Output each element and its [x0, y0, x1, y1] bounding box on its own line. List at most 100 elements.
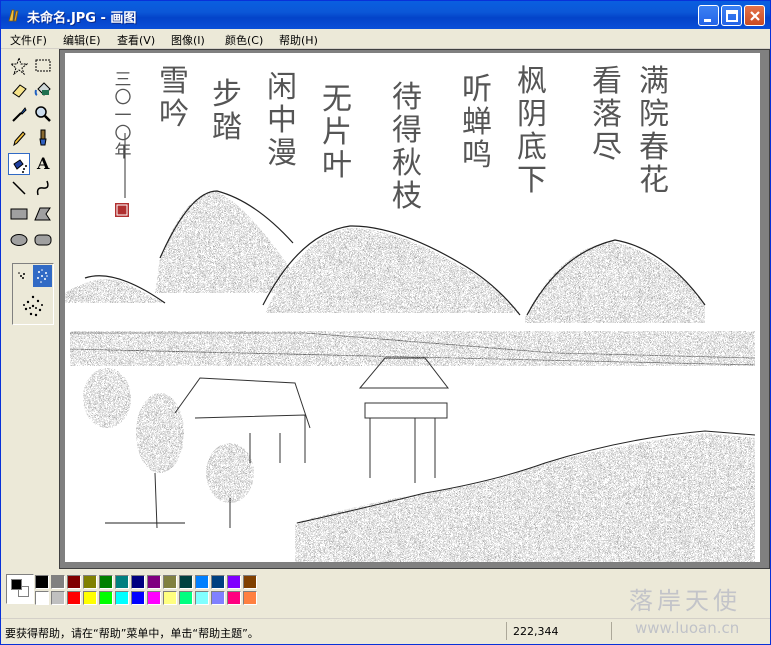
- poem-col-3: 枫阴底下: [517, 64, 547, 198]
- drawing-canvas[interactable]: 满院春花 看落尽 枫阴底下 听蝉鸣 待得秋枝 无片叶 闲中漫 步踏 雪吟 三〇一…: [65, 53, 760, 562]
- tool-line[interactable]: [8, 177, 30, 199]
- brush-icon: [39, 129, 47, 146]
- color-swatch[interactable]: [243, 591, 257, 605]
- spray-size-icons: [18, 265, 52, 317]
- rounded-rect-icon: [34, 234, 52, 246]
- ellipse-icon: [10, 234, 28, 246]
- minimize-button[interactable]: [698, 5, 719, 26]
- tool-rect-select[interactable]: [32, 55, 54, 77]
- poem-col-4: 听蝉鸣: [462, 72, 492, 173]
- menu-view[interactable]: 查看(V): [117, 32, 155, 48]
- color-swatch[interactable]: [163, 591, 177, 605]
- color-swatch[interactable]: [51, 575, 65, 589]
- color-swatch[interactable]: [195, 591, 209, 605]
- minimize-icon: [704, 19, 711, 22]
- tool-polygon[interactable]: [32, 203, 54, 225]
- tool-magnifier[interactable]: [32, 103, 54, 125]
- window-title: 未命名.JPG - 画图: [27, 11, 137, 26]
- magnifier-icon: [35, 106, 51, 122]
- menu-image[interactable]: 图像(I): [171, 32, 205, 48]
- foreground-color[interactable]: [11, 579, 22, 590]
- tool-airbrush[interactable]: [8, 153, 30, 175]
- mountains: [65, 190, 706, 323]
- color-swatch[interactable]: [195, 575, 209, 589]
- trees: [83, 368, 254, 529]
- color-swatch[interactable]: [115, 591, 129, 605]
- close-button[interactable]: [744, 5, 765, 26]
- status-divider: [611, 622, 612, 640]
- color-swatch[interactable]: [83, 591, 97, 605]
- current-colors[interactable]: [6, 574, 34, 604]
- poem-col-6: 无片叶: [322, 82, 352, 183]
- tool-curve[interactable]: [32, 177, 54, 199]
- menu-help[interactable]: 帮助(H): [279, 32, 318, 48]
- paint-window: 未命名.JPG - 画图 文件(F) 编辑(E) 查看(V) 图像(I) 颜色(…: [0, 0, 771, 645]
- tool-text[interactable]: A: [32, 153, 54, 175]
- spray-small-option[interactable]: [18, 272, 25, 279]
- tool-pick-color[interactable]: [8, 103, 30, 125]
- eyedropper-icon: [12, 107, 27, 122]
- polygon-icon: [34, 207, 51, 221]
- color-swatch[interactable]: [179, 575, 193, 589]
- tool-rounded-rect[interactable]: [32, 229, 54, 251]
- color-swatch[interactable]: [131, 591, 145, 605]
- status-help-text: 要获得帮助，请在“帮助”菜单中，单击“帮助主题”。: [5, 627, 259, 640]
- rectangle-icon: [10, 208, 28, 220]
- toolbox: A: [3, 51, 57, 566]
- maximize-button[interactable]: [721, 5, 742, 26]
- poem-col-7: 闲中漫: [267, 70, 297, 171]
- color-swatch[interactable]: [163, 575, 177, 589]
- foreground-hills: [105, 430, 756, 562]
- menu-bar: 文件(F) 编辑(E) 查看(V) 图像(I) 颜色(C) 帮助(H): [1, 29, 770, 49]
- color-swatch[interactable]: [211, 591, 225, 605]
- poem-col-2: 看落尽: [592, 64, 622, 165]
- rect-select-icon: [35, 59, 51, 72]
- color-swatch[interactable]: [99, 575, 113, 589]
- poem-col-5: 待得秋枝: [392, 80, 422, 214]
- tool-ellipse[interactable]: [8, 229, 30, 251]
- color-swatch[interactable]: [67, 575, 81, 589]
- tool-pencil[interactable]: [8, 127, 30, 149]
- tool-brush[interactable]: [32, 127, 54, 149]
- watermark-text: 落岸天使: [629, 587, 741, 615]
- color-swatch[interactable]: [51, 591, 65, 605]
- maximize-icon: [726, 10, 738, 22]
- menu-colors[interactable]: 颜色(C): [225, 32, 263, 48]
- color-swatch[interactable]: [35, 591, 49, 605]
- color-swatch[interactable]: [35, 575, 49, 589]
- spray-large-option[interactable]: [23, 295, 43, 317]
- color-swatch[interactable]: [227, 575, 241, 589]
- color-swatch[interactable]: [67, 591, 81, 605]
- poem-col-1: 满院春花: [639, 64, 669, 198]
- menu-file[interactable]: 文件(F): [10, 32, 47, 48]
- river: [69, 331, 756, 366]
- color-swatch[interactable]: [227, 591, 241, 605]
- tool-fill[interactable]: [32, 79, 54, 101]
- paint-app-icon: [8, 9, 19, 22]
- canvas-scroll-area: 满院春花 看落尽 枫阴底下 听蝉鸣 待得秋枝 无片叶 闲中漫 步踏 雪吟 三〇一…: [59, 49, 770, 569]
- tool-eraser[interactable]: [8, 79, 30, 101]
- pencil-icon: [13, 131, 26, 147]
- color-swatch[interactable]: [211, 575, 225, 589]
- curve-icon: [36, 180, 49, 196]
- color-swatch[interactable]: [147, 591, 161, 605]
- menu-edit[interactable]: 编辑(E): [63, 32, 101, 48]
- paint-bucket-icon: [34, 82, 51, 96]
- color-swatch[interactable]: [131, 575, 145, 589]
- title-bar[interactable]: 未命名.JPG - 画图: [1, 1, 770, 29]
- poem-col-9: 雪吟: [159, 64, 189, 132]
- color-swatch[interactable]: [83, 575, 97, 589]
- eraser-icon: [12, 84, 27, 98]
- color-swatch[interactable]: [115, 575, 129, 589]
- color-swatch[interactable]: [99, 591, 113, 605]
- airbrush-size-options: [12, 263, 54, 325]
- color-swatch[interactable]: [243, 575, 257, 589]
- close-icon: [750, 11, 760, 21]
- tool-rectangle[interactable]: [8, 203, 30, 225]
- star-select-icon: [10, 57, 28, 75]
- watermark-url: www.luoan.cn: [635, 619, 740, 637]
- line-icon: [12, 181, 26, 195]
- color-swatch[interactable]: [147, 575, 161, 589]
- tool-free-select[interactable]: [8, 55, 30, 77]
- color-swatch[interactable]: [179, 591, 193, 605]
